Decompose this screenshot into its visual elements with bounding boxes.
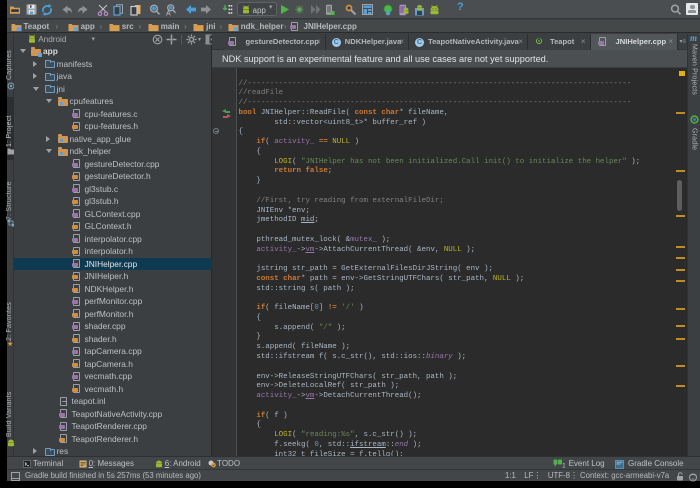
svg-text:A: A bbox=[166, 11, 171, 17]
svg-text:1: 1 bbox=[562, 464, 565, 469]
